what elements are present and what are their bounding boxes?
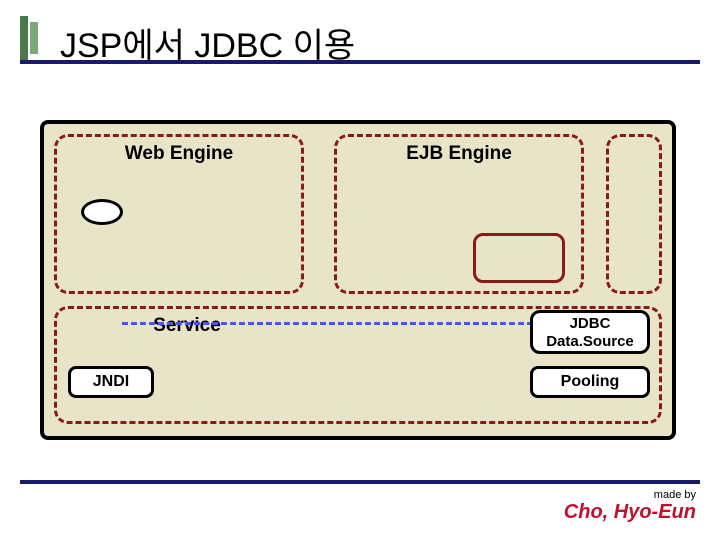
credit-author: Cho, Hyo-Eun (564, 501, 696, 524)
title-underline (20, 60, 700, 64)
pooling-box: Pooling (530, 366, 650, 398)
title-bullet-icon (20, 16, 46, 60)
web-engine-box: Web Engine (54, 134, 304, 294)
service-label: Service (57, 315, 317, 337)
footer-underline (20, 480, 700, 484)
right-panel-box (606, 134, 662, 294)
ejb-engine-label: EJB Engine (337, 143, 581, 165)
credit-block: made by Cho, Hyo-Eun (564, 489, 696, 524)
jndi-box: JNDI (68, 366, 154, 398)
credit-made-by: made by (564, 489, 696, 501)
jdbc-label-line2: Data.Source (533, 333, 647, 351)
architecture-container: Web Engine EJB Engine Service JDBC Data.… (40, 120, 676, 440)
jdbc-label-line1: JDBC (533, 315, 647, 333)
web-engine-label: Web Engine (57, 143, 301, 165)
ejb-engine-box: EJB Engine (334, 134, 584, 294)
connector-line (122, 322, 560, 325)
ring-icon (81, 199, 123, 225)
jdbc-datasource-box: JDBC Data.Source (530, 310, 650, 354)
ejb-inner-box (473, 233, 565, 283)
